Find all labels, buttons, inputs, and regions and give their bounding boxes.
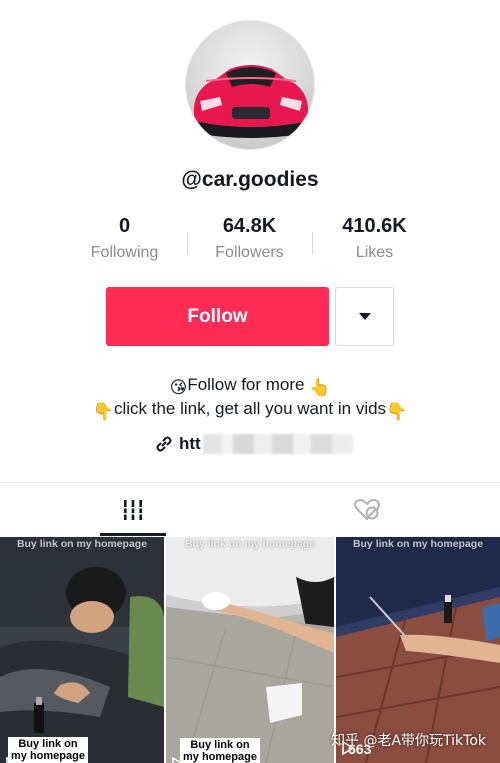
- liked-heart-icon: [354, 498, 380, 520]
- username: @car.goodies: [181, 168, 319, 191]
- caret-down-icon: [358, 313, 371, 320]
- followers-count: 64.8K: [222, 215, 277, 237]
- video-1-image: [0, 537, 164, 763]
- following-label: Following: [90, 244, 159, 261]
- likes-label: Likes: [355, 244, 394, 261]
- followers-label: Followers: [215, 244, 284, 261]
- kiss-emoji-icon: 😘: [169, 378, 188, 397]
- red-sports-car-icon: [194, 65, 308, 138]
- more-options-button[interactable]: [335, 287, 394, 346]
- video-thumbnail[interactable]: Buy link on my homepage Buy link on my h…: [166, 537, 334, 763]
- video-thumbnail[interactable]: Buy link on my homepage Buy link on my h…: [0, 537, 164, 763]
- tab-videos[interactable]: [8, 483, 258, 536]
- video-label: Buy link on my homepage: [8, 737, 88, 763]
- follow-button[interactable]: Follow: [106, 287, 329, 346]
- zhihu-watermark: 知乎 @老A带你玩TikTok: [331, 733, 486, 749]
- video-label-line: my homepage: [183, 751, 257, 763]
- stat-likes[interactable]: 410.6K Likes: [312, 215, 437, 262]
- tab-active-indicator: [100, 533, 166, 536]
- video-label-line: Buy link on: [190, 739, 250, 751]
- bio-link[interactable]: htt: [155, 432, 353, 456]
- pointing-down-emoji-icon: 👇: [92, 402, 114, 421]
- video-caption-watermark: Buy link on my homepage: [352, 538, 484, 550]
- following-count: 0: [118, 215, 131, 237]
- pointing-up-emoji-icon: 👆: [309, 378, 331, 397]
- bio-line-1: 😘Follow for more 👆: [0, 375, 500, 398]
- stat-following[interactable]: 0 Following: [62, 215, 187, 262]
- stat-followers[interactable]: 64.8K Followers: [187, 215, 312, 262]
- blurred-url: [202, 434, 353, 454]
- video-caption-watermark: Buy link on my homepage: [184, 538, 316, 550]
- likes-count: 410.6K: [342, 215, 407, 237]
- profile-avatar[interactable]: [185, 20, 315, 150]
- link-icon: [156, 436, 172, 452]
- bio-line-2: 👇click the link, get all you want in vid…: [0, 399, 500, 422]
- pointing-down-emoji-icon: 👇: [386, 402, 408, 421]
- video-label-line: Buy link on: [18, 738, 78, 750]
- video-caption-watermark: Buy link on my homepage: [16, 538, 148, 550]
- bio-text-1: Follow for more: [187, 375, 305, 394]
- play-icon: [172, 757, 183, 763]
- bio-text-2: click the link, get all you want in vids: [113, 399, 387, 418]
- video-label: Buy link on my homepage: [180, 738, 260, 763]
- grid-icon: [122, 499, 144, 520]
- video-2-image: [166, 537, 334, 763]
- profile-stats: 0 Following 64.8K Followers 410.6K Likes: [0, 215, 500, 271]
- video-label-line: my homepage: [11, 750, 85, 762]
- tab-liked[interactable]: [242, 483, 492, 536]
- play-icon: [6, 757, 17, 763]
- bio-link-text[interactable]: htt: [179, 434, 201, 454]
